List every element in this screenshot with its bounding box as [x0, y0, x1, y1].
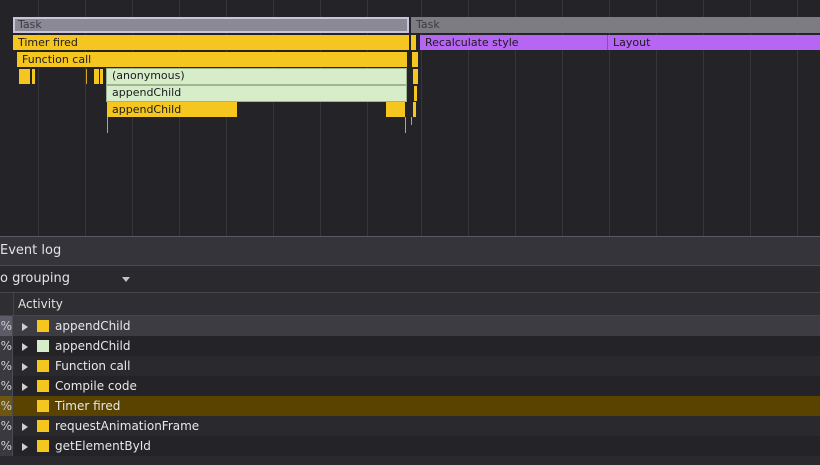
function-call-bar[interactable]: Function call — [17, 52, 407, 67]
flame-chart[interactable]: Task Task Timer fired Recalculate style … — [0, 0, 820, 236]
category-swatch — [37, 400, 49, 412]
table-row[interactable]: % requestAnimationFrame — [0, 416, 820, 436]
layout-bar[interactable]: Layout — [608, 35, 820, 50]
event-tick — [411, 117, 412, 125]
script-slice[interactable] — [386, 102, 405, 117]
event-tick — [86, 69, 87, 84]
table-row[interactable]: % getElementById — [0, 436, 820, 456]
column-activity-header[interactable]: Activity — [18, 293, 63, 315]
percent-cell: % — [0, 376, 13, 396]
expand-arrow-icon[interactable] — [22, 323, 28, 331]
activity-label: Function call — [55, 359, 131, 373]
script-slice[interactable] — [414, 86, 417, 101]
percent-cell: % — [0, 416, 13, 436]
task-bar[interactable]: Task — [411, 17, 820, 33]
activity-label: appendChild — [55, 339, 131, 353]
expand-arrow-icon[interactable] — [22, 363, 28, 371]
event-log-panel: Event log o grouping Activity % appendCh… — [0, 236, 820, 465]
expand-arrow-icon[interactable] — [22, 343, 28, 351]
script-slice[interactable] — [413, 102, 416, 117]
script-slice[interactable] — [94, 69, 99, 84]
append-child-bar[interactable]: appendChild — [107, 102, 237, 117]
panel-tab-bar: Event log — [0, 237, 820, 266]
expand-arrow-icon[interactable] — [22, 383, 28, 391]
activity-label: getElementById — [55, 439, 151, 453]
append-child-bar[interactable]: appendChild — [106, 85, 407, 102]
table-row[interactable]: % appendChild — [0, 336, 820, 356]
task-bar-selected[interactable]: Task — [13, 17, 409, 33]
table-row-highlighted[interactable]: % Timer fired — [0, 396, 820, 416]
grouping-select[interactable]: o grouping — [0, 271, 70, 286]
event-tick — [107, 117, 108, 133]
script-slice[interactable] — [411, 35, 416, 50]
table-row[interactable]: % Compile code — [0, 376, 820, 396]
event-tick — [405, 117, 406, 133]
anonymous-bar[interactable]: (anonymous) — [106, 68, 407, 85]
percent-cell: % — [0, 436, 13, 456]
chevron-down-icon[interactable] — [122, 277, 130, 282]
percent-cell: % — [0, 336, 13, 356]
activity-label: Compile code — [55, 379, 137, 393]
percent-cell: % — [0, 356, 13, 376]
grouping-toolbar: o grouping — [0, 266, 820, 293]
activity-label: appendChild — [55, 319, 131, 333]
column-divider[interactable] — [13, 293, 14, 315]
script-slice[interactable] — [32, 69, 35, 84]
category-swatch — [37, 440, 49, 452]
category-swatch — [37, 420, 49, 432]
category-swatch — [37, 380, 49, 392]
timer-fired-bar[interactable]: Timer fired — [13, 35, 409, 50]
tab-event-log[interactable]: Event log — [0, 243, 61, 258]
script-slice[interactable] — [413, 69, 418, 84]
expand-arrow-icon[interactable] — [22, 423, 28, 431]
script-slice[interactable] — [19, 69, 30, 84]
activity-label: Timer fired — [55, 399, 121, 413]
table-row[interactable]: % appendChild — [0, 316, 820, 336]
category-swatch — [37, 320, 49, 332]
percent-cell: % — [0, 396, 13, 416]
percent-cell: % — [0, 316, 13, 336]
script-slice[interactable] — [100, 69, 103, 84]
script-slice[interactable] — [412, 52, 418, 67]
category-swatch — [37, 340, 49, 352]
table-row[interactable]: % Function call — [0, 356, 820, 376]
category-swatch — [37, 360, 49, 372]
expand-arrow-icon[interactable] — [22, 443, 28, 451]
table-header: Activity — [0, 293, 820, 316]
activity-label: requestAnimationFrame — [55, 419, 200, 433]
